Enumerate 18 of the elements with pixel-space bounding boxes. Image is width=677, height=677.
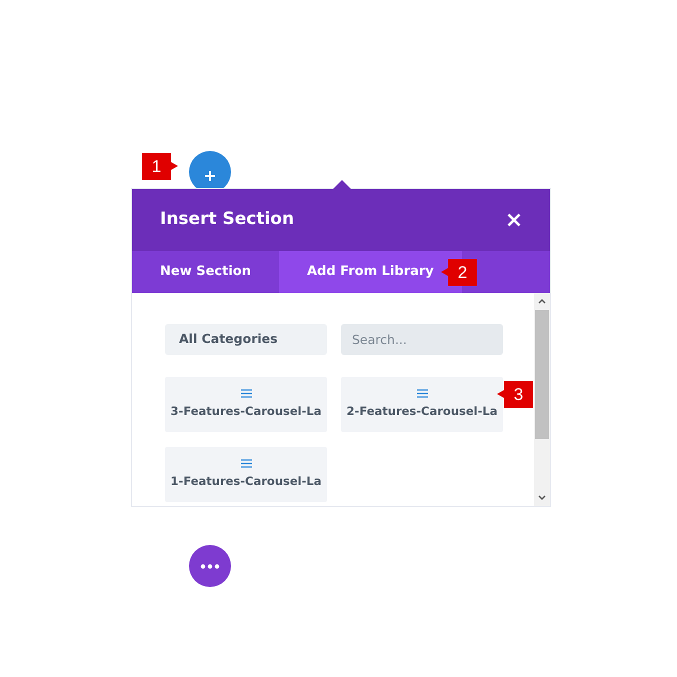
close-button[interactable]	[506, 212, 522, 228]
panel-title: Insert Section	[160, 208, 294, 232]
scroll-down-icon[interactable]	[538, 495, 546, 500]
category-select[interactable]: All Categories	[165, 324, 327, 355]
scroll-up-icon[interactable]	[538, 299, 546, 304]
layout-card[interactable]: 3-Features-Carousel-La	[165, 377, 327, 432]
layout-card[interactable]: 2-Features-Carousel-La	[341, 377, 503, 432]
more-button[interactable]	[189, 545, 231, 587]
menu-lines-icon	[240, 388, 252, 398]
menu-lines-icon	[416, 388, 428, 398]
scrollbar[interactable]	[534, 293, 550, 506]
menu-lines-icon	[240, 458, 252, 468]
layout-card[interactable]: 1-Features-Carousel-La	[165, 447, 327, 502]
step-marker: 1	[142, 153, 178, 180]
tab[interactable]: New Section	[132, 251, 279, 293]
plus-icon	[204, 170, 216, 182]
search-field[interactable]: Search...	[341, 324, 503, 355]
more-icon	[200, 564, 220, 568]
